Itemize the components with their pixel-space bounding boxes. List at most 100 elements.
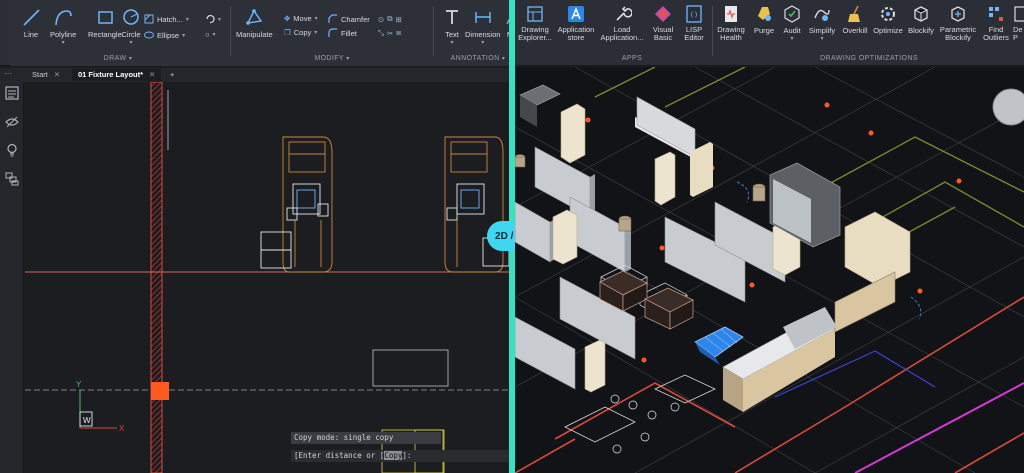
polyline-button[interactable]: Polyline ▾ <box>50 6 76 46</box>
selected-cart[interactable] <box>694 326 744 365</box>
left-tool-strip <box>0 82 24 473</box>
circle-button[interactable]: Circle ▾ <box>120 6 142 46</box>
fixture-block[interactable] <box>444 136 509 273</box>
mirror-icon[interactable]: ⊙ <box>378 15 384 24</box>
visibility-icon[interactable] <box>5 115 19 129</box>
trim-icon[interactable]: ✂ <box>387 29 393 38</box>
hatched-wall[interactable] <box>150 82 163 473</box>
rectangle-button[interactable]: Rectangle <box>88 6 122 39</box>
polyline-label: Polyline <box>50 30 77 39</box>
draw-panel-title[interactable]: DRAW ▾ <box>8 55 228 62</box>
donut-dropdown-icon[interactable]: ▾ <box>213 31 216 38</box>
move-button[interactable]: ✥ Move ▾ <box>284 14 318 23</box>
scale-icon[interactable]: ⧉ <box>387 14 392 24</box>
fixture-block[interactable] <box>260 136 333 273</box>
application-store-button[interactable]: Application store <box>556 4 596 42</box>
text-icon <box>446 10 458 24</box>
modify-panel: Manipulate ✥ Move ▾ ❐ Copy ▾ Chamfer Fil… <box>232 0 432 66</box>
modify-panel-title[interactable]: MODIFY ▾ <box>232 55 432 62</box>
dimension-button[interactable]: Dimension ▾ <box>465 6 500 46</box>
overkill-button[interactable]: Overkill <box>840 4 870 35</box>
viewport-2d[interactable]: Y X W Copy mode: single copy [Enter dist… <box>25 82 509 473</box>
truncated-tool-button[interactable]: De P <box>1013 4 1024 42</box>
layers-icon[interactable] <box>5 172 19 186</box>
text-label: Text <box>445 30 459 39</box>
viewport-3d[interactable] <box>515 67 1024 473</box>
circle-dropdown-icon[interactable]: ▾ <box>129 39 132 46</box>
command-prompt-line[interactable]: [Enter distance or [Copy]: <box>291 450 509 462</box>
find-outliers-icon <box>989 7 1003 21</box>
purge-button[interactable]: Purge <box>752 4 776 35</box>
drawing-3d-canvas[interactable] <box>515 67 1024 473</box>
tab-menu-icon[interactable]: ⋯ <box>4 69 18 81</box>
close-icon[interactable]: ✕ <box>149 70 155 79</box>
drawing-2d-canvas[interactable]: Y X W <box>25 82 509 473</box>
move-dropdown-icon[interactable]: ▾ <box>315 15 318 22</box>
ellipse-dropdown-icon[interactable]: ▾ <box>182 32 185 39</box>
blockify-button[interactable]: Blockify <box>906 4 936 35</box>
svg-text:X: X <box>119 424 125 433</box>
drawing-health-button[interactable]: Drawing Health <box>714 4 748 42</box>
copy-dropdown-icon[interactable]: ▾ <box>314 29 317 36</box>
drawing-explorer-button[interactable]: Drawing Explorer... <box>518 4 552 42</box>
hatch-button[interactable]: Hatch... ▾ <box>144 14 189 24</box>
audit-icon <box>784 5 800 23</box>
donut-button[interactable]: ○ ▾ <box>205 30 216 39</box>
chamfer-button[interactable]: Chamfer <box>328 14 370 24</box>
annotation-panel: Text ▾ Dimension ▾ M ANNOTATION ▾ <box>435 0 515 66</box>
ellipse-button[interactable]: Ellipse ▾ <box>144 30 185 40</box>
lisp-editor-button[interactable]: () LISP Editor <box>680 4 708 42</box>
audit-dropdown-icon[interactable]: ▾ <box>790 35 793 42</box>
audit-button[interactable]: Audit ▾ <box>780 4 804 42</box>
stretch-icon[interactable]: ⤡ <box>378 28 384 38</box>
polyline-dropdown-icon[interactable]: ▾ <box>62 39 65 46</box>
ucs-icon: Y X W <box>76 380 125 433</box>
broom-icon <box>848 5 860 22</box>
modify-extra-tools-2[interactable]: ⤡ ✂ ⧈ <box>378 28 401 38</box>
tab-start[interactable]: Start ✕ <box>26 69 66 81</box>
fillet-button[interactable]: Fillet <box>328 28 357 38</box>
tab-fixture-layout[interactable]: 01 Fixture Layout* ✕ <box>72 69 162 81</box>
array-icon[interactable]: ⊞ <box>396 15 402 24</box>
fillet-icon <box>328 28 337 37</box>
dimension-label: Dimension <box>465 30 501 39</box>
visual-basic-button[interactable]: Visual Basic <box>648 4 678 42</box>
lightbulb-icon[interactable] <box>5 143 19 157</box>
lisp-editor-label: LISP Editor <box>684 25 704 42</box>
manipulate-button[interactable]: Manipulate <box>236 6 273 39</box>
simplify-icon <box>814 9 830 21</box>
parametric-blockify-button[interactable]: Parametric Blockify <box>938 4 978 42</box>
simplify-button[interactable]: Simplify ▾ <box>806 4 838 42</box>
find-outliers-button[interactable]: Find Outliers <box>980 4 1012 42</box>
grip-point[interactable] <box>151 382 169 400</box>
circle-label: Circle <box>121 30 141 39</box>
add-tab-button[interactable]: + <box>164 69 180 81</box>
rectangle-icon <box>98 11 113 24</box>
revision-cloud-button[interactable]: ▾ <box>205 14 221 24</box>
simplify-dropdown-icon[interactable]: ▾ <box>820 35 823 42</box>
line-button[interactable]: Line <box>20 6 42 39</box>
application-store-label: Application store <box>557 25 595 42</box>
offset-icon[interactable]: ⧈ <box>396 28 401 38</box>
display-table[interactable] <box>519 84 561 127</box>
rectangle-label: Rectangle <box>88 30 122 39</box>
close-icon[interactable]: ✕ <box>54 70 60 79</box>
text-button[interactable]: Text ▾ <box>441 6 463 46</box>
view-cube-icon[interactable] <box>992 88 1024 126</box>
load-application-button[interactable]: Load Application... <box>600 4 644 42</box>
blockify-icon <box>914 6 928 22</box>
optimize-button[interactable]: Optimize <box>872 4 904 35</box>
properties-icon[interactable] <box>5 86 19 100</box>
svg-text:W: W <box>83 416 91 425</box>
simplify-label: Simplify <box>808 26 836 35</box>
document-tab-bar: ⋯ Start ✕ 01 Fixture Layout* ✕ + <box>0 68 512 82</box>
modify-extra-tools[interactable]: ⊙ ⧉ ⊞ <box>378 14 402 24</box>
parametric-blockify-icon <box>951 6 965 22</box>
copy-button[interactable]: ❐ Copy ▾ <box>284 28 317 37</box>
dimension-dropdown-icon[interactable]: ▾ <box>481 39 484 46</box>
copy-option[interactable]: Copy <box>384 451 403 460</box>
rotate-dropdown-icon[interactable]: ▾ <box>218 16 221 23</box>
ribbon-tools-panels: Drawing Explorer... Application store Lo… <box>516 0 1024 66</box>
hatch-dropdown-icon[interactable]: ▾ <box>186 16 189 23</box>
text-dropdown-icon[interactable]: ▾ <box>450 39 453 46</box>
